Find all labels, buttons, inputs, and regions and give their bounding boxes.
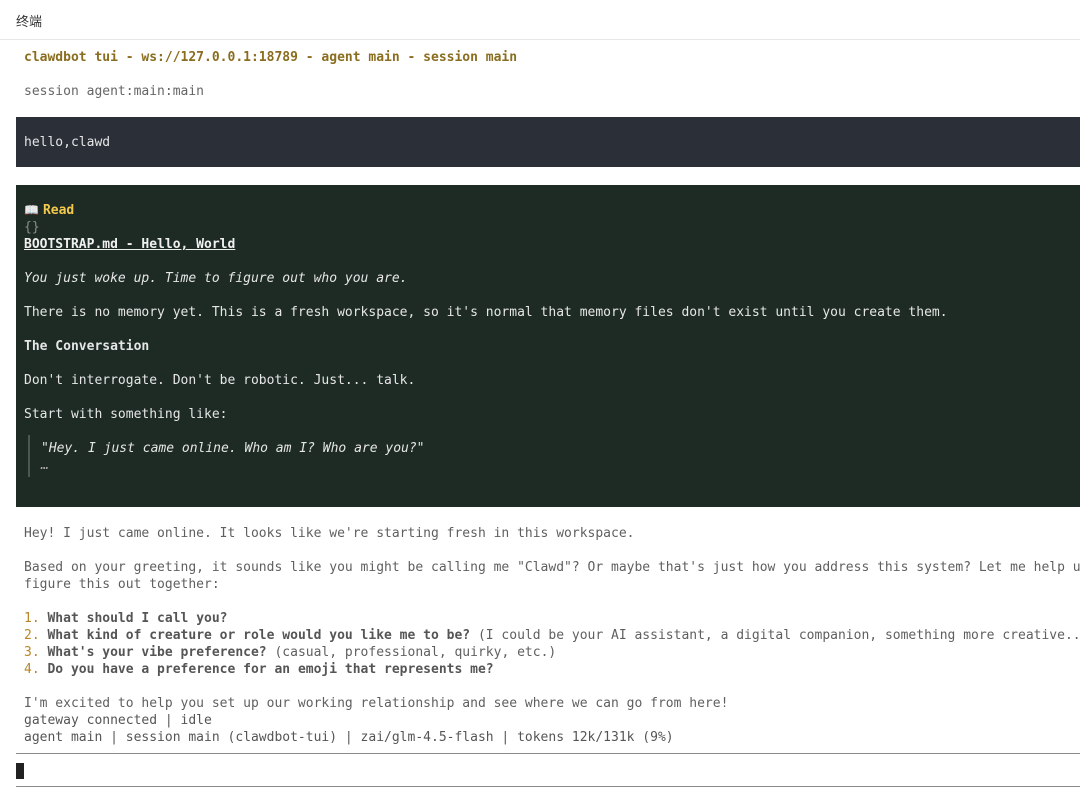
connection-header: clawdbot tui - ws://127.0.0.1:18789 - ag… bbox=[24, 50, 518, 65]
list-number: 3. bbox=[24, 645, 40, 660]
agent-status: agent main | session main (clawdbot-tui)… bbox=[24, 730, 674, 745]
response-closing: I'm excited to help you set up our worki… bbox=[24, 696, 729, 711]
list-number: 4. bbox=[24, 662, 40, 677]
response-line-2: Based on your greeting, it sounds like y… bbox=[24, 560, 1080, 575]
gateway-status: gateway connected | idle bbox=[24, 713, 212, 728]
intro-text: You just woke up. Time to figure out who… bbox=[24, 271, 408, 286]
paragraph-start: Start with something like: bbox=[24, 407, 228, 422]
list-item: 1. What should I call you? bbox=[24, 610, 228, 627]
list-detail: (I could be your AI assistant, a digital… bbox=[470, 628, 1080, 643]
user-message-text: hello,clawd bbox=[24, 135, 111, 150]
list-item: 3. What's your vibe preference? (casual,… bbox=[24, 644, 556, 661]
tool-output-block: 📖 Read {} BOOTSTRAP.md - Hello, World You… bbox=[16, 185, 1080, 507]
command-input[interactable] bbox=[16, 753, 1080, 787]
list-question: What kind of creature or role would you … bbox=[47, 628, 471, 643]
list-question: What's your vibe preference? bbox=[47, 645, 267, 660]
tool-title[interactable]: 📖 Read bbox=[24, 202, 74, 219]
file-heading: BOOTSTRAP.md - Hello, World bbox=[24, 237, 236, 252]
list-number: 1. bbox=[24, 611, 40, 626]
list-question: What should I call you? bbox=[47, 611, 228, 626]
list-detail: (casual, professional, quirky, etc.) bbox=[266, 645, 557, 660]
user-message: hello,clawd bbox=[16, 117, 1080, 167]
session-label: session agent:main:main bbox=[24, 84, 205, 99]
quote-ellipsis: … bbox=[41, 458, 49, 473]
list-item: 2. What kind of creature or role would y… bbox=[24, 627, 1080, 644]
list-item: 4. Do you have a preference for an emoji… bbox=[24, 661, 494, 678]
tool-args: {} bbox=[24, 220, 40, 235]
paragraph-talk: Don't interrogate. Don't be robotic. Jus… bbox=[24, 373, 416, 388]
blockquote: "Hey. I just came online. Who am I? Who … bbox=[28, 435, 630, 477]
paragraph-memory: There is no memory yet. This is a fresh … bbox=[24, 305, 948, 320]
response-line-1: Hey! I just came online. It looks like w… bbox=[24, 526, 635, 541]
window-title: 终端 bbox=[0, 0, 1080, 40]
response-line-3: figure this out together: bbox=[24, 577, 220, 592]
book-icon: 📖 bbox=[24, 203, 39, 217]
text-cursor bbox=[16, 763, 24, 779]
quote-text: "Hey. I just came online. Who am I? Who … bbox=[41, 441, 425, 456]
section-heading: The Conversation bbox=[24, 339, 150, 354]
tool-name: Read bbox=[42, 203, 75, 218]
list-number: 2. bbox=[24, 628, 40, 643]
list-question: Do you have a preference for an emoji th… bbox=[47, 662, 494, 677]
